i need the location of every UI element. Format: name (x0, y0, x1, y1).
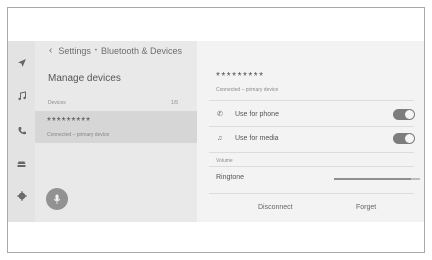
device-detail-pane: ********* Connected – primary device ✆ U… (197, 41, 424, 222)
chevron-left-icon[interactable]: ‹ (49, 45, 52, 56)
devices-label: Devices (48, 100, 66, 106)
disconnect-button[interactable]: Disconnect (258, 204, 293, 211)
divider (209, 152, 414, 153)
detail-device-status: Connected – primary device (216, 87, 279, 93)
breadcrumb-current: Bluetooth & Devices (100, 45, 183, 56)
ringtone-label: Ringtone (216, 174, 245, 181)
music-icon[interactable] (13, 87, 30, 104)
phone-icon[interactable] (13, 122, 30, 139)
settings-icon[interactable] (13, 187, 30, 204)
volume-label: Volume (216, 158, 233, 164)
use-for-phone-row[interactable]: ✆ Use for phone (209, 105, 415, 123)
breadcrumb-settings[interactable]: Settings (58, 46, 91, 56)
use-for-phone-label: Use for phone (235, 110, 279, 118)
phone-icon: ✆ (217, 111, 223, 118)
forget-button[interactable]: Forget (356, 204, 376, 211)
navigation-icon[interactable] (13, 54, 30, 71)
use-for-media-label: Use for media (235, 134, 279, 142)
microphone-button[interactable] (46, 188, 68, 210)
divider (209, 166, 414, 167)
devices-header: Devices 1/5 (48, 100, 178, 106)
divider (209, 126, 414, 127)
page-title: Manage devices (48, 73, 121, 84)
breadcrumb-separator: • (94, 47, 97, 54)
use-for-media-toggle[interactable] (393, 132, 415, 144)
device-list-item[interactable]: ********* Connected – primary device (35, 111, 197, 143)
use-for-media-row[interactable]: ♫ Use for media (209, 129, 415, 147)
devices-count: 1/5 (171, 100, 178, 106)
breadcrumb: ‹ Settings • Bluetooth & Devices (49, 45, 182, 56)
infotainment-screen: ‹ Settings • Bluetooth & Devices Manage … (8, 41, 424, 222)
divider (209, 193, 414, 194)
device-status: Connected – primary device (47, 132, 110, 138)
detail-device-name: ********* (216, 71, 265, 82)
nav-rail (8, 41, 35, 222)
device-list-pane: ‹ Settings • Bluetooth & Devices Manage … (35, 41, 197, 222)
device-name: ********* (47, 116, 92, 127)
music-note-icon: ♫ (217, 134, 223, 142)
ringtone-slider-fill (334, 178, 412, 180)
ringtone-slider[interactable] (334, 178, 420, 180)
use-for-phone-toggle[interactable] (393, 108, 415, 120)
divider (209, 100, 414, 101)
car-icon[interactable] (13, 155, 30, 172)
microphone-icon (53, 194, 61, 204)
